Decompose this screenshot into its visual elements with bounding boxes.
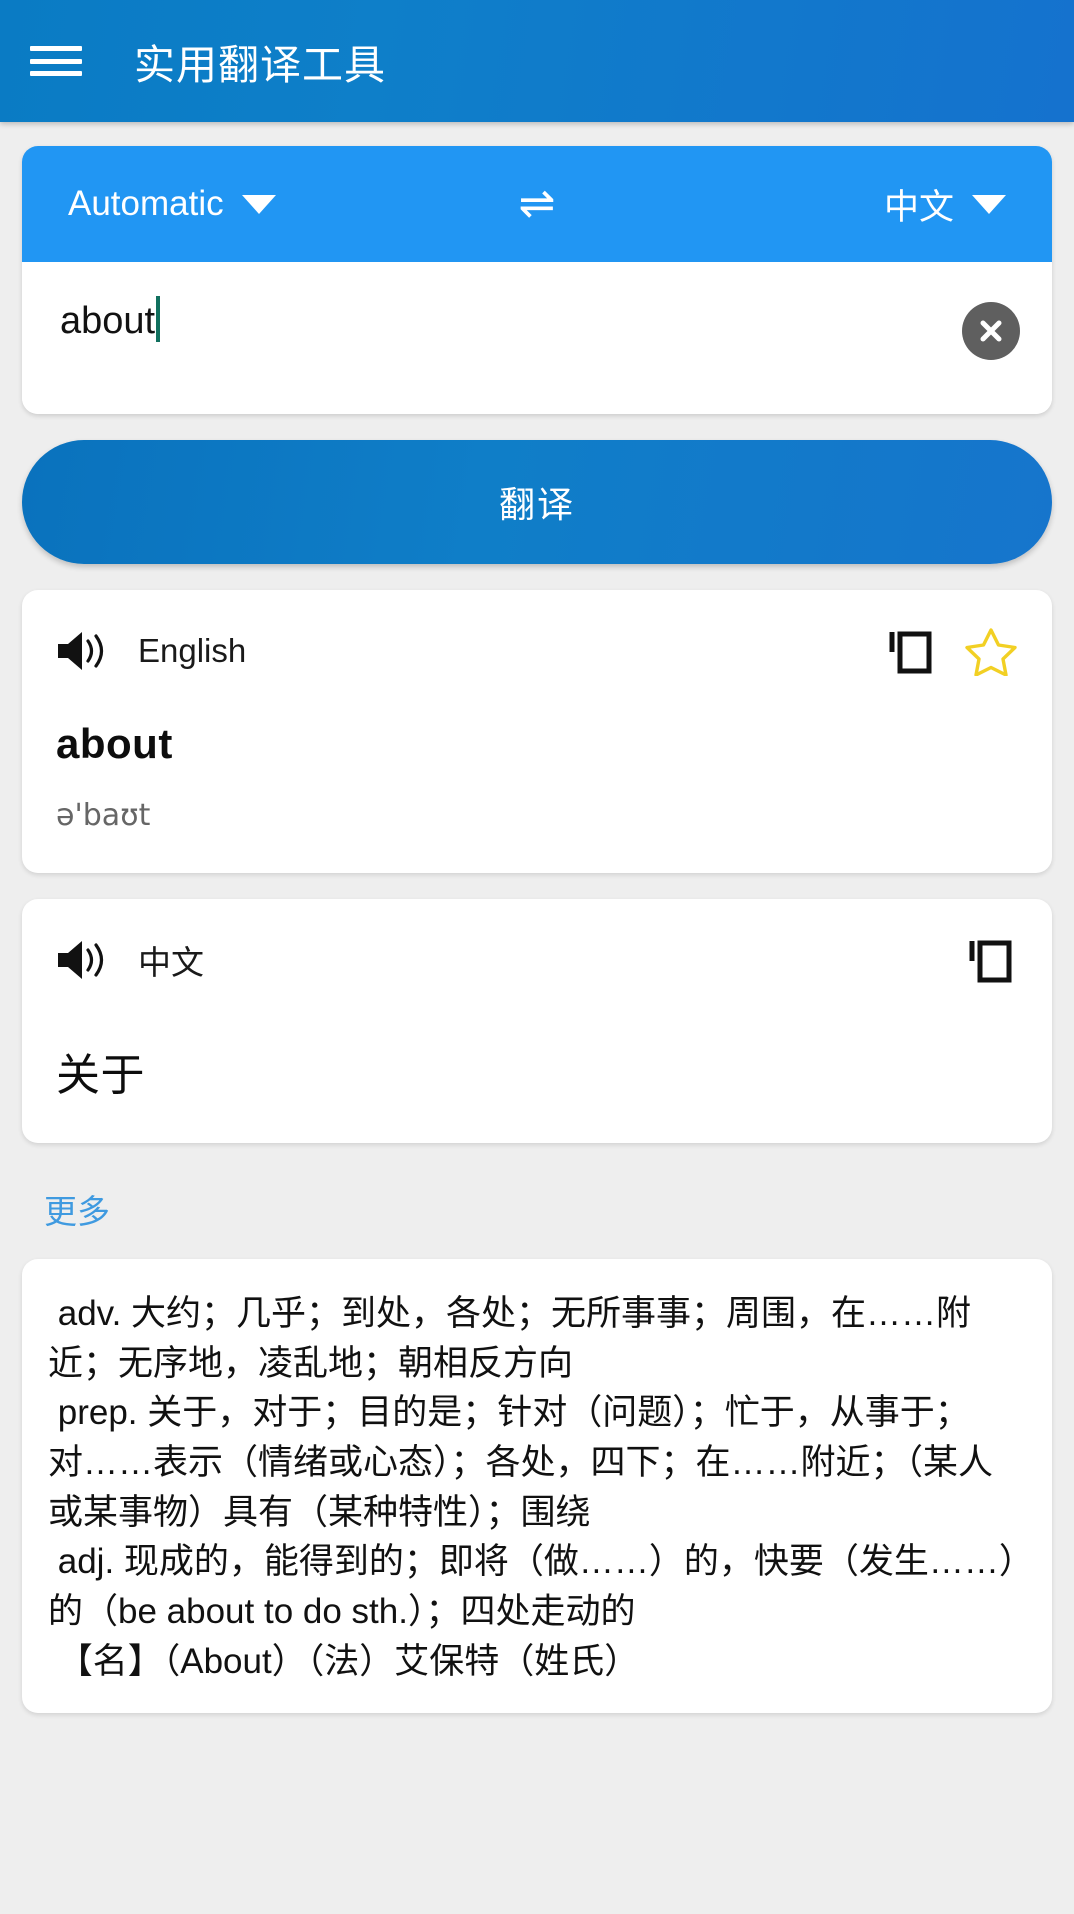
chevron-down-icon	[241, 194, 276, 214]
language-selector-bar: Automatic ⇌ 中文	[22, 146, 1052, 262]
clear-circle-icon[interactable]	[962, 302, 1020, 360]
target-language-selector[interactable]: 中文	[706, 179, 1006, 230]
source-text-value: about	[60, 300, 156, 342]
speaker-icon[interactable]	[56, 938, 108, 982]
copy-glyph	[969, 940, 1012, 983]
page-content: Automatic ⇌ 中文 about 翻译 English about ə'…	[0, 122, 1074, 1713]
speaker-glyph	[58, 632, 104, 670]
source-text-input[interactable]: about	[60, 296, 962, 345]
source-language-label: Automatic	[68, 184, 224, 223]
result-card-source: English about ə'baʊt	[22, 590, 1052, 873]
speaker-glyph	[58, 941, 104, 979]
source-language-selector[interactable]: Automatic	[68, 184, 368, 224]
page-title: 实用翻译工具	[134, 42, 386, 88]
chevron-down-icon	[972, 194, 1006, 214]
copy-icon[interactable]	[884, 624, 938, 678]
result-phonetic: ə'baʊt	[56, 798, 151, 833]
hamburger-line	[30, 58, 82, 64]
speaker-icon[interactable]	[56, 629, 108, 673]
translate-button[interactable]: 翻译	[22, 440, 1052, 564]
star-outline-icon[interactable]	[964, 624, 1018, 678]
copy-icon[interactable]	[964, 933, 1018, 987]
result-header: 中文	[56, 925, 1018, 995]
copy-glyph	[889, 631, 932, 674]
result-word: about	[56, 720, 173, 767]
star-glyph	[965, 628, 1017, 676]
result-word: 关于	[56, 1051, 145, 1100]
result-header: English	[56, 616, 1018, 686]
target-language-label: 中文	[883, 187, 954, 227]
hamburger-line	[30, 46, 82, 51]
text-cursor	[156, 296, 161, 342]
result-card-target: 中文 关于	[22, 899, 1052, 1143]
result-language-label: 中文	[138, 944, 204, 981]
swap-languages-icon[interactable]: ⇌	[519, 182, 556, 226]
translate-input-card: Automatic ⇌ 中文 about	[22, 146, 1052, 414]
source-text-row[interactable]: about	[22, 262, 1052, 414]
more-link[interactable]: 更多	[44, 1185, 110, 1233]
hamburger-line	[30, 71, 82, 76]
clear-x-glyph	[980, 320, 1002, 342]
result-language-label: English	[138, 632, 247, 669]
dictionary-definitions: adv. 大约；几乎；到处，各处；无所事事；周围，在……附近；无序地，凌乱地；朝…	[48, 1294, 1017, 1681]
app-bar: 实用翻译工具	[0, 0, 1074, 122]
hamburger-menu-icon[interactable]	[30, 41, 82, 81]
dictionary-card: adv. 大约；几乎；到处，各处；无所事事；周围，在……附近；无序地，凌乱地；朝…	[22, 1259, 1052, 1713]
